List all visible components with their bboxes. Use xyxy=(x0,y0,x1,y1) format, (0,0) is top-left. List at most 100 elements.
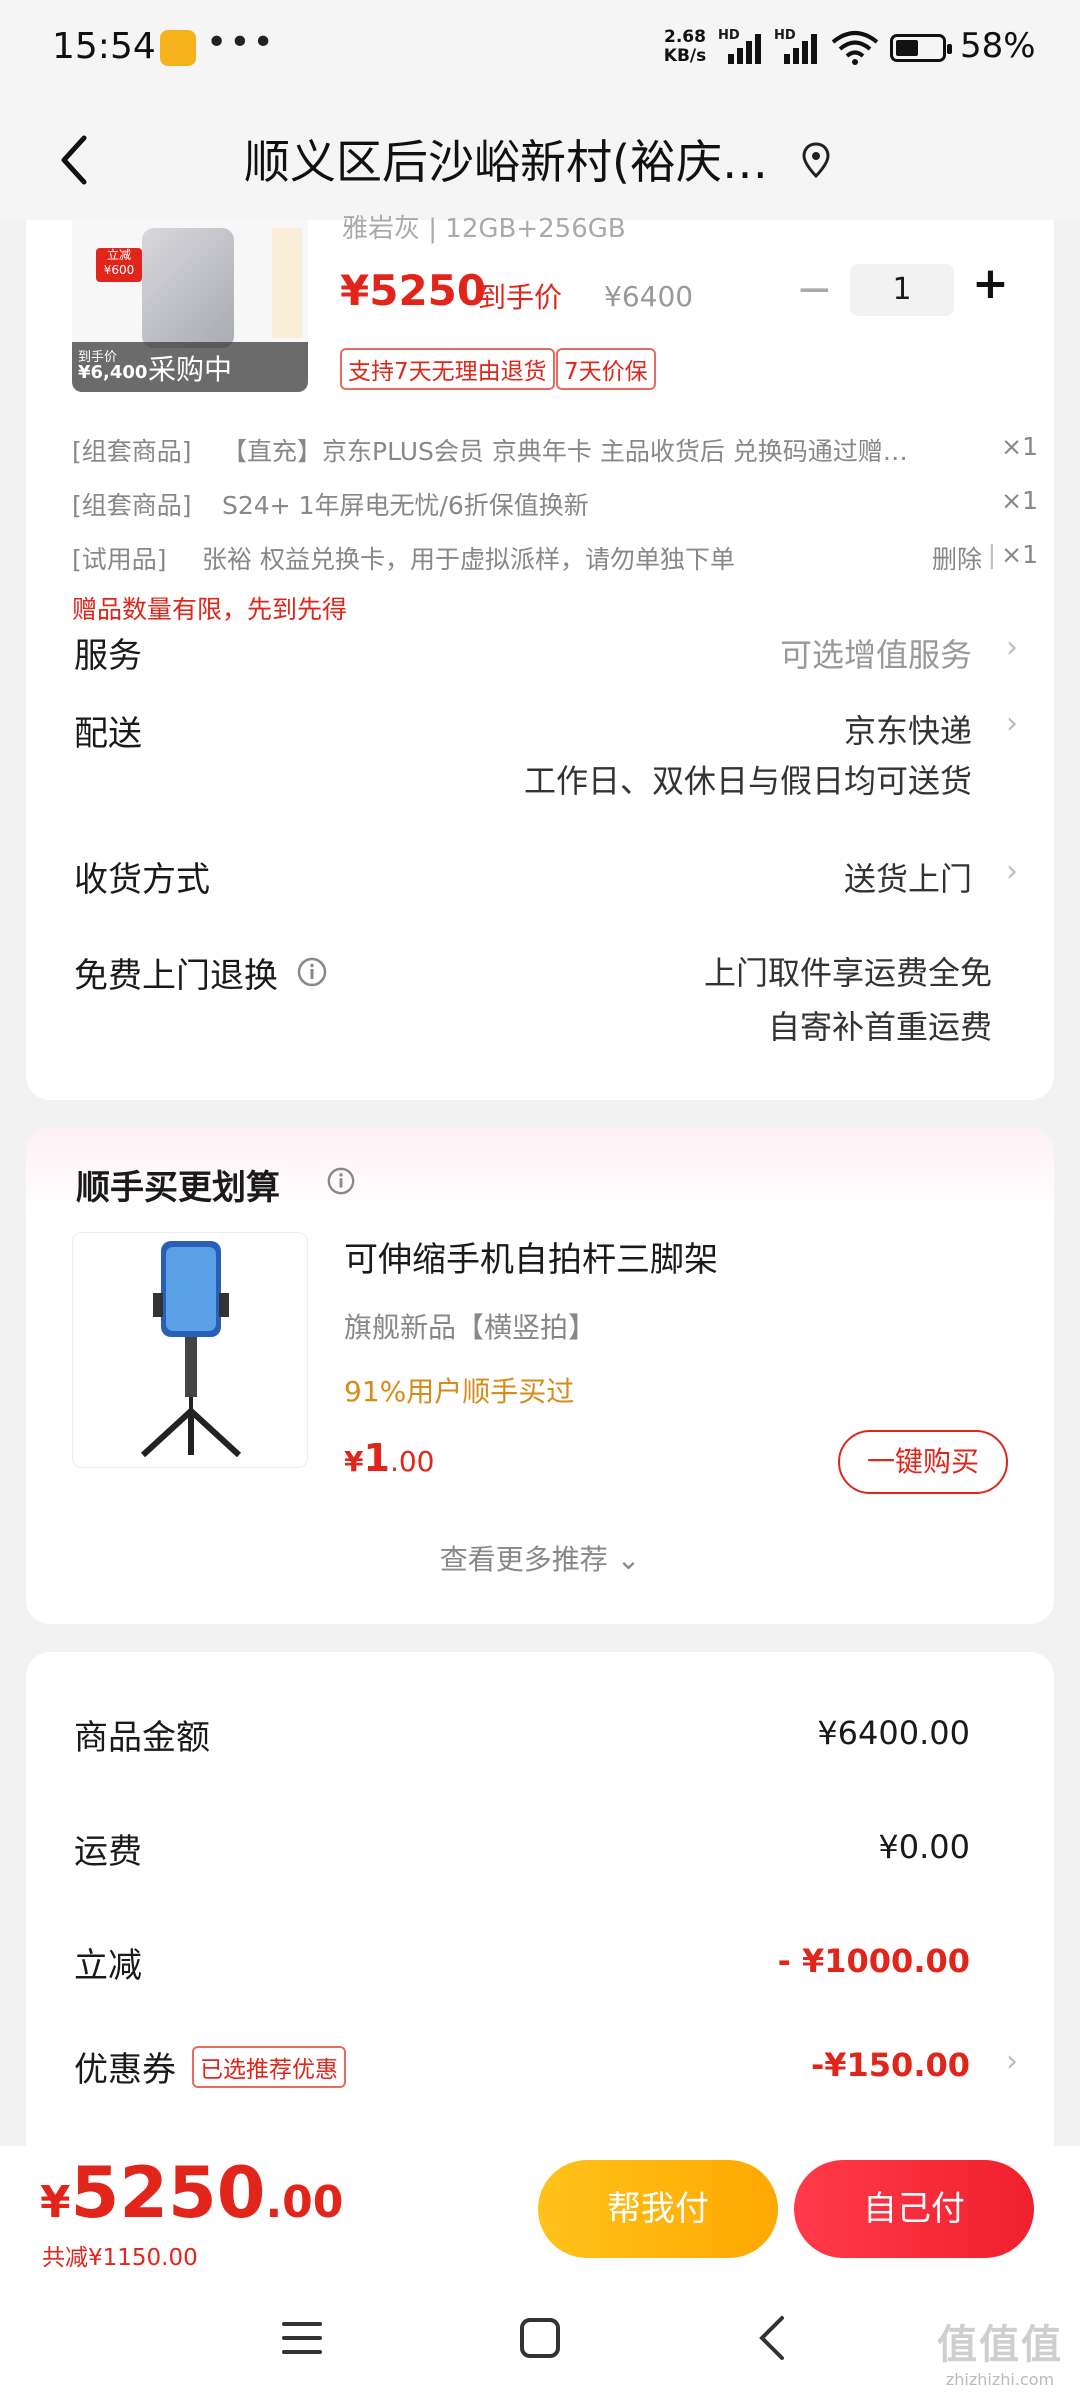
battery-percent: 58% xyxy=(960,26,1036,66)
bundle-item: [试用品] 张裕 权益兑换卡，用于虚拟派样，请勿单独下单 删除 | ×1 xyxy=(72,540,1038,576)
home-icon[interactable] xyxy=(518,2316,562,2360)
see-more-label: 查看更多推荐 xyxy=(439,1543,608,1576)
chevron-down-icon: ⌄ xyxy=(616,1543,641,1576)
signal-icon: HD xyxy=(718,28,762,64)
product-image[interactable]: 立减 ¥600 到手价 ¥6,400 采购中 xyxy=(72,220,308,392)
bundle-item-qty: ×1 xyxy=(1001,540,1038,569)
wifi-icon xyxy=(831,31,879,65)
recommend-item-sub: 旗舰新品【横竖拍】 xyxy=(344,1311,597,1344)
nav-back-icon[interactable] xyxy=(752,2314,792,2362)
recommend-card: 顺手买更划算 可伸缩手机自拍杆三脚架 旗舰新品【横竖拍】 91%用户顺手买过 ¥… xyxy=(26,1128,1054,1624)
price-symbol: ¥ xyxy=(344,1445,364,1478)
receive-label: 收货方式 xyxy=(74,860,210,900)
network-speed-value: 2.68 xyxy=(664,27,706,47)
status-time: 15:54 xyxy=(52,26,156,67)
goods-amount-value: ¥6400.00 xyxy=(817,1714,970,1752)
total-saved: 共减¥1150.00 xyxy=(42,2245,198,2271)
total-symbol: ¥ xyxy=(40,2177,71,2228)
instant-discount-value: - ¥1000.00 xyxy=(777,1942,970,1980)
total-price: ¥5250.00 xyxy=(40,2152,343,2234)
service-label: 服务 xyxy=(74,636,142,676)
price-suffix: 到手价 xyxy=(478,281,563,314)
delivery-value: 京东快递 xyxy=(843,712,972,750)
service-row[interactable]: 服务 可选增值服务 › xyxy=(26,620,1054,690)
bundle-item-name: 【直充】京东PLUS会员 京典年卡 主品收货后 兑换码通过赠… xyxy=(222,437,908,466)
location-pin-icon[interactable] xyxy=(800,140,832,180)
network-speed-unit: KB/s xyxy=(663,46,707,66)
goods-amount-label: 商品金额 xyxy=(74,1718,210,1758)
more-notifications-icon: ••• xyxy=(206,22,276,63)
order-card: 立减 ¥600 到手价 ¥6,400 采购中 雅岩灰 | 12GB+256GB … xyxy=(26,214,1054,1100)
delete-trial-item-button[interactable]: 删除 xyxy=(932,540,982,576)
price-dec: .00 xyxy=(389,1445,435,1478)
bundle-item-qty: ×1 xyxy=(1001,486,1038,515)
image-small-price: ¥6,400 xyxy=(78,362,148,383)
chevron-right-icon: › xyxy=(1006,854,1018,889)
recommend-item-price: ¥1.00 xyxy=(344,1436,434,1480)
price-int: 1 xyxy=(363,1436,390,1480)
recommend-title: 顺手买更划算 xyxy=(76,1168,280,1208)
quantity-minus-button[interactable]: − xyxy=(796,264,833,315)
shipping-value: ¥0.00 xyxy=(878,1828,970,1866)
return-label: 免费上门退换 xyxy=(74,956,278,996)
recommend-item-name[interactable]: 可伸缩手机自拍杆三脚架 xyxy=(344,1232,718,1281)
recommend-item-image[interactable] xyxy=(72,1232,308,1468)
signal-icon-2: HD xyxy=(774,28,818,64)
total-int: 5250 xyxy=(70,2152,266,2234)
bundle-item-type: [试用品] xyxy=(72,545,167,574)
image-overlay: 到手价 ¥6,400 采购中 xyxy=(72,342,308,392)
pay-myself-button[interactable]: 自己付 xyxy=(794,2160,1034,2258)
recommend-item-stat: 91%用户顺手买过 xyxy=(344,1375,575,1408)
divider: | xyxy=(987,540,996,569)
tag-price-protect: 7天价保 xyxy=(556,348,656,390)
selfie-stick-tripod-image xyxy=(140,1241,242,1458)
chevron-right-icon: › xyxy=(1006,706,1018,741)
coupon-row[interactable]: 优惠券 已选推荐优惠 -¥150.00 › xyxy=(26,2032,1054,2102)
info-icon[interactable] xyxy=(326,1166,356,1196)
watermark-url: zhizhizhi.com xyxy=(945,2370,1055,2389)
bundle-item-type: [组套商品] xyxy=(72,437,192,466)
quantity-plus-button[interactable]: + xyxy=(972,258,1009,309)
address-title[interactable]: 顺义区后沙峪新村(裕庆… xyxy=(244,126,768,192)
notification-app-icon xyxy=(160,30,196,66)
network-speed: 2.68 KB/s xyxy=(660,28,710,66)
bundle-item-name: S24+ 1年屏电无忧/6折保值换新 xyxy=(222,491,589,520)
bundle-item-qty: ×1 xyxy=(1001,432,1038,461)
bundle-item: [组套商品] S24+ 1年屏电无忧/6折保值换新 ×1 xyxy=(72,486,1038,522)
chevron-right-icon: › xyxy=(1006,2044,1018,2079)
total-dec: .00 xyxy=(265,2177,344,2228)
hd-label-2: HD xyxy=(774,28,796,43)
delivery-label: 配送 xyxy=(74,714,142,754)
tag-7day-return: 支持7天无理由退货 xyxy=(340,348,555,390)
coupon-recommended-tag: 已选推荐优惠 xyxy=(192,2046,346,2088)
one-click-buy-button[interactable]: 一键购买 xyxy=(838,1430,1008,1494)
delivery-row[interactable]: 配送 京东快递 › 工作日、双休日与假日均可送货 xyxy=(26,700,1054,810)
info-icon[interactable] xyxy=(296,956,328,988)
service-value: 可选增值服务 xyxy=(779,636,972,674)
image-discount-badge: 立减 ¥600 xyxy=(96,248,142,282)
delivery-note: 工作日、双休日与假日均可送货 xyxy=(523,762,972,800)
original-price: ¥6400 xyxy=(604,280,694,313)
receive-method-row[interactable]: 收货方式 送货上门 › xyxy=(26,848,1054,908)
chevron-right-icon: › xyxy=(1006,630,1018,665)
product-price: ¥5250 xyxy=(340,266,487,315)
hd-label: HD xyxy=(718,28,740,43)
checkout-bar: ¥5250.00 共减¥1150.00 帮我付 自己付 值值值 zhizhizh… xyxy=(0,2146,1080,2400)
instant-discount-label: 立减 xyxy=(74,1946,142,1986)
watermark-text: 值值值 xyxy=(937,2322,1063,2368)
image-side-banner xyxy=(272,228,302,338)
coupon-label: 优惠券 xyxy=(74,2050,176,2090)
menu-icon[interactable] xyxy=(280,2318,324,2358)
image-overlay-text: 采购中 xyxy=(148,353,233,386)
page-header: 顺义区后沙峪新村(裕庆… xyxy=(0,100,1080,220)
watermark: 值值值 zhizhizhi.com xyxy=(930,2312,1070,2389)
status-bar: 15:54 ••• 2.68 KB/s HD HD 58% xyxy=(0,0,1080,100)
quantity-value[interactable]: 1 xyxy=(850,264,954,316)
help-me-pay-button[interactable]: 帮我付 xyxy=(538,2160,778,2258)
shipping-label: 运费 xyxy=(74,1832,142,1872)
battery-icon xyxy=(890,34,952,62)
chevron-left-icon[interactable] xyxy=(50,130,100,190)
free-return-row: 免费上门退换 上门取件享运费全免 自寄补首重运费 xyxy=(26,942,1054,1062)
see-more-recommend-button[interactable]: 查看更多推荐 ⌄ xyxy=(26,1538,1054,1578)
bundle-item-name: 张裕 权益兑换卡，用于虚拟派样，请勿单独下单 xyxy=(202,545,735,574)
